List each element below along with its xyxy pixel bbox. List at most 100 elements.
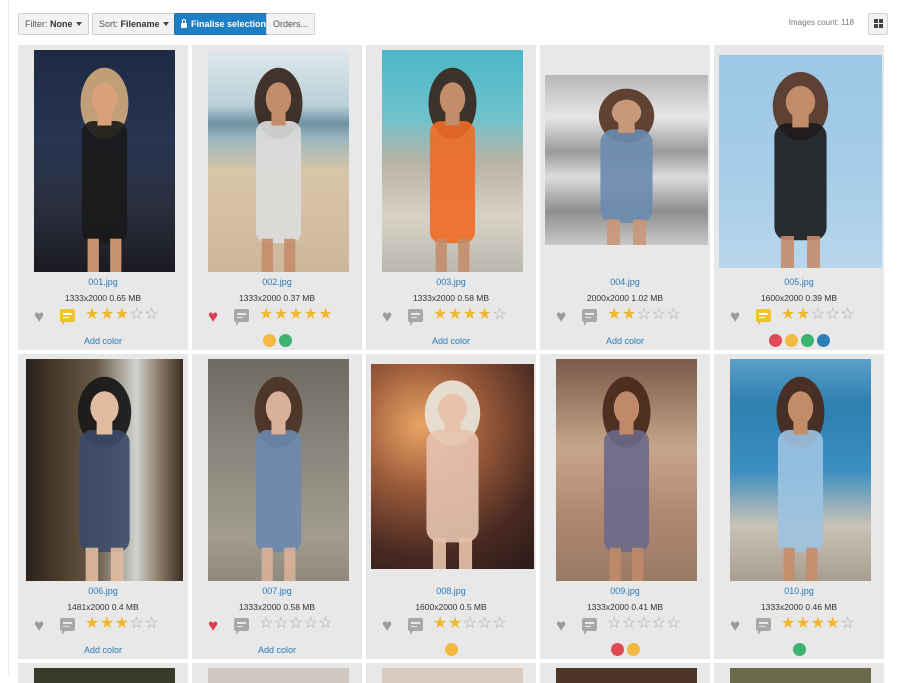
add-color-link[interactable]: Add color bbox=[18, 336, 188, 346]
sort-dropdown[interactable]: Sort: Filename bbox=[92, 13, 176, 35]
star-icon[interactable]: ☆ bbox=[130, 615, 145, 632]
star-icon[interactable]: ☆ bbox=[144, 615, 159, 632]
photo-thumbnail[interactable] bbox=[34, 668, 175, 683]
color-dot[interactable] bbox=[792, 643, 806, 656]
color-dot[interactable] bbox=[816, 334, 830, 347]
filename-link[interactable]: 009.jpg bbox=[540, 586, 710, 596]
image-card[interactable]: 002.jpg 1333x2000 0.37 MB ♥ ★★★★★ bbox=[192, 45, 362, 350]
star-icon[interactable]: ☆ bbox=[826, 306, 841, 323]
add-color-link[interactable]: Add color bbox=[366, 336, 536, 346]
comment-icon[interactable] bbox=[408, 618, 423, 635]
star-icon[interactable]: ★ bbox=[259, 306, 274, 323]
heart-icon[interactable]: ♥ bbox=[730, 308, 740, 325]
color-dot[interactable] bbox=[278, 334, 292, 347]
photo-thumbnail[interactable] bbox=[556, 359, 697, 581]
image-card[interactable] bbox=[366, 663, 536, 683]
image-card[interactable] bbox=[192, 663, 362, 683]
star-icon[interactable]: ★ bbox=[433, 306, 448, 323]
star-icon[interactable]: ★ bbox=[115, 615, 130, 632]
photo-thumbnail[interactable] bbox=[719, 55, 882, 268]
star-icon[interactable]: ☆ bbox=[304, 615, 319, 632]
star-icon[interactable]: ★ bbox=[781, 306, 796, 323]
star-icon[interactable]: ★ bbox=[796, 615, 811, 632]
heart-icon[interactable]: ♥ bbox=[556, 308, 566, 325]
star-icon[interactable]: ☆ bbox=[666, 615, 681, 632]
star-icon[interactable]: ★ bbox=[289, 306, 304, 323]
heart-icon[interactable]: ♥ bbox=[34, 308, 44, 325]
comment-icon[interactable] bbox=[234, 309, 249, 326]
photo-thumbnail[interactable] bbox=[382, 668, 523, 683]
filename-link[interactable]: 006.jpg bbox=[18, 586, 188, 596]
color-dot[interactable] bbox=[610, 643, 624, 656]
photo-thumbnail[interactable] bbox=[730, 668, 871, 683]
heart-icon[interactable]: ♥ bbox=[208, 308, 218, 325]
add-color-link[interactable]: Add color bbox=[192, 645, 362, 655]
color-dot[interactable] bbox=[768, 334, 782, 347]
photo-thumbnail[interactable] bbox=[34, 50, 175, 272]
photo-thumbnail[interactable] bbox=[382, 50, 523, 272]
star-icon[interactable]: ★ bbox=[318, 306, 333, 323]
star-icon[interactable]: ★ bbox=[85, 615, 100, 632]
photo-thumbnail[interactable] bbox=[730, 359, 871, 581]
star-icon[interactable]: ☆ bbox=[652, 615, 667, 632]
star-icon[interactable]: ☆ bbox=[652, 306, 667, 323]
star-icon[interactable]: ★ bbox=[100, 615, 115, 632]
star-icon[interactable]: ☆ bbox=[637, 306, 652, 323]
star-icon[interactable]: ☆ bbox=[492, 306, 507, 323]
star-rating[interactable]: ★★★★☆ bbox=[433, 306, 507, 324]
star-icon[interactable]: ☆ bbox=[259, 615, 274, 632]
filter-dropdown[interactable]: Filter: None bbox=[18, 13, 89, 35]
star-icon[interactable]: ☆ bbox=[840, 615, 855, 632]
star-icon[interactable]: ★ bbox=[622, 306, 637, 323]
heart-icon[interactable]: ♥ bbox=[556, 617, 566, 634]
star-rating[interactable]: ☆☆☆☆☆ bbox=[607, 615, 681, 633]
star-icon[interactable]: ☆ bbox=[318, 615, 333, 632]
comment-icon[interactable] bbox=[756, 618, 771, 635]
star-icon[interactable]: ☆ bbox=[289, 615, 304, 632]
image-card[interactable]: 010.jpg 1333x2000 0.46 MB ♥ ★★★★☆ bbox=[714, 354, 884, 659]
star-rating[interactable]: ★★☆☆☆ bbox=[607, 306, 681, 324]
star-icon[interactable]: ☆ bbox=[274, 615, 289, 632]
star-icon[interactable]: ☆ bbox=[637, 615, 652, 632]
filename-link[interactable]: 010.jpg bbox=[714, 586, 884, 596]
image-card[interactable]: 009.jpg 1333x2000 0.41 MB ♥ ☆☆☆☆☆ bbox=[540, 354, 710, 659]
star-icon[interactable]: ★ bbox=[304, 306, 319, 323]
star-icon[interactable]: ☆ bbox=[840, 306, 855, 323]
photo-thumbnail[interactable] bbox=[208, 668, 349, 683]
heart-icon[interactable]: ♥ bbox=[34, 617, 44, 634]
image-card[interactable]: 006.jpg 1481x2000 0.4 MB ♥ ★★★☆☆ Add color bbox=[18, 354, 188, 659]
star-icon[interactable]: ☆ bbox=[607, 615, 622, 632]
color-dot[interactable] bbox=[626, 643, 640, 656]
add-color-link[interactable]: Add color bbox=[18, 645, 188, 655]
filename-link[interactable]: 008.jpg bbox=[366, 586, 536, 596]
heart-icon[interactable]: ♥ bbox=[382, 308, 392, 325]
comment-icon[interactable] bbox=[582, 618, 597, 635]
photo-thumbnail[interactable] bbox=[208, 50, 349, 272]
color-dot[interactable] bbox=[784, 334, 798, 347]
star-rating[interactable]: ★★☆☆☆ bbox=[781, 306, 855, 324]
filename-link[interactable]: 007.jpg bbox=[192, 586, 362, 596]
color-dot[interactable] bbox=[800, 334, 814, 347]
grid-view-button[interactable] bbox=[868, 13, 888, 35]
star-icon[interactable]: ★ bbox=[448, 306, 463, 323]
star-icon[interactable]: ★ bbox=[811, 615, 826, 632]
photo-thumbnail[interactable] bbox=[208, 359, 349, 581]
photo-thumbnail[interactable] bbox=[556, 668, 697, 683]
star-icon[interactable]: ★ bbox=[796, 306, 811, 323]
star-rating[interactable]: ★★★★★ bbox=[259, 306, 333, 324]
comment-icon[interactable] bbox=[60, 618, 75, 635]
star-icon[interactable]: ★ bbox=[478, 306, 493, 323]
photo-thumbnail[interactable] bbox=[26, 359, 183, 581]
star-icon[interactable]: ★ bbox=[781, 615, 796, 632]
star-icon[interactable]: ☆ bbox=[478, 615, 493, 632]
star-rating[interactable]: ☆☆☆☆☆ bbox=[259, 615, 333, 633]
filename-link[interactable]: 002.jpg bbox=[192, 277, 362, 287]
orders-button[interactable]: Orders... bbox=[266, 13, 316, 35]
star-icon[interactable]: ★ bbox=[607, 306, 622, 323]
color-dot[interactable] bbox=[444, 643, 458, 656]
filename-link[interactable]: 003.jpg bbox=[366, 277, 536, 287]
image-card[interactable] bbox=[18, 663, 188, 683]
image-card[interactable]: 003.jpg 1333x2000 0.58 MB ♥ ★★★★☆ Add color bbox=[366, 45, 536, 350]
image-card[interactable]: 007.jpg 1333x2000 0.58 MB ♥ ☆☆☆☆☆ Add color bbox=[192, 354, 362, 659]
star-icon[interactable]: ★ bbox=[274, 306, 289, 323]
